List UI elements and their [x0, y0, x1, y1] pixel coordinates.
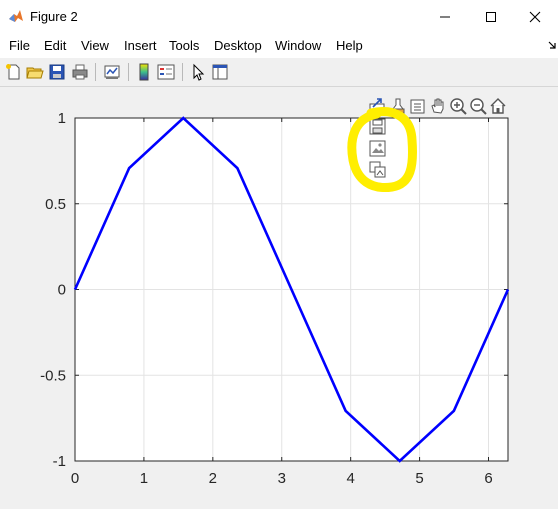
- home-icon[interactable]: [490, 98, 506, 114]
- open-icon[interactable]: [25, 62, 45, 82]
- matlab-logo-icon: [9, 10, 23, 22]
- menu-bar: File Edit View Insert Tools Desktop Wind…: [0, 33, 558, 58]
- legend-icon[interactable]: [156, 62, 176, 82]
- close-button[interactable]: [512, 0, 558, 33]
- x-tick-label: 2: [209, 470, 217, 487]
- line-plot: 0 1 2 3 4 5 6 -1 -0.5 0 0.5 1: [40, 98, 510, 487]
- menu-file[interactable]: File: [9, 38, 30, 53]
- menu-view[interactable]: View: [81, 38, 109, 53]
- edit-plot-icon[interactable]: [188, 62, 208, 82]
- y-tick-label: 0: [58, 282, 66, 299]
- menu-help[interactable]: Help: [336, 38, 363, 53]
- save-icon[interactable]: [47, 62, 67, 82]
- new-figure-icon[interactable]: [4, 62, 24, 82]
- y-tick-label: 0.5: [45, 196, 66, 213]
- title-bar: Figure 2: [0, 0, 558, 33]
- dock-arrow-icon[interactable]: [547, 40, 557, 50]
- toolbar-separator: [95, 63, 96, 81]
- maximize-button[interactable]: [468, 0, 514, 33]
- x-tick-label: 0: [71, 470, 79, 487]
- property-inspector-icon[interactable]: [210, 62, 230, 82]
- toolbar-separator: [128, 63, 129, 81]
- x-tick-label: 4: [346, 470, 354, 487]
- menu-tools[interactable]: Tools: [169, 38, 199, 53]
- pan-icon[interactable]: [431, 98, 444, 114]
- y-tick-label: -1: [53, 453, 66, 470]
- figure-toolbar: [0, 58, 558, 87]
- zoom-out-icon[interactable]: [470, 98, 487, 115]
- zoom-in-icon[interactable]: [450, 98, 467, 115]
- toolbar-separator: [182, 63, 183, 81]
- data-tips-icon[interactable]: [410, 99, 425, 114]
- y-tick-label: -0.5: [40, 367, 66, 384]
- print-icon[interactable]: [70, 62, 90, 82]
- x-tick-label: 1: [140, 470, 148, 487]
- close-icon: [529, 11, 541, 22]
- menu-edit[interactable]: Edit: [44, 38, 66, 53]
- menu-insert[interactable]: Insert: [124, 38, 157, 53]
- maximize-icon: [486, 11, 496, 22]
- minimize-icon: [440, 16, 450, 17]
- menu-desktop[interactable]: Desktop: [214, 38, 262, 53]
- x-tick-label: 3: [278, 470, 286, 487]
- colorbar-icon[interactable]: [134, 62, 154, 82]
- figure-canvas: 0 1 2 3 4 5 6 -1 -0.5 0 0.5 1: [0, 87, 558, 504]
- x-tick-label: 6: [484, 470, 492, 487]
- minimize-button[interactable]: [422, 0, 468, 33]
- menu-window[interactable]: Window: [275, 38, 321, 53]
- x-tick-label: 5: [415, 470, 423, 487]
- window-title: Figure 2: [30, 9, 78, 24]
- link-plot-icon[interactable]: [102, 62, 122, 82]
- save-as-icon[interactable]: [369, 118, 386, 135]
- copy-as-image-icon[interactable]: [369, 140, 386, 157]
- y-tick-label: 1: [58, 110, 66, 127]
